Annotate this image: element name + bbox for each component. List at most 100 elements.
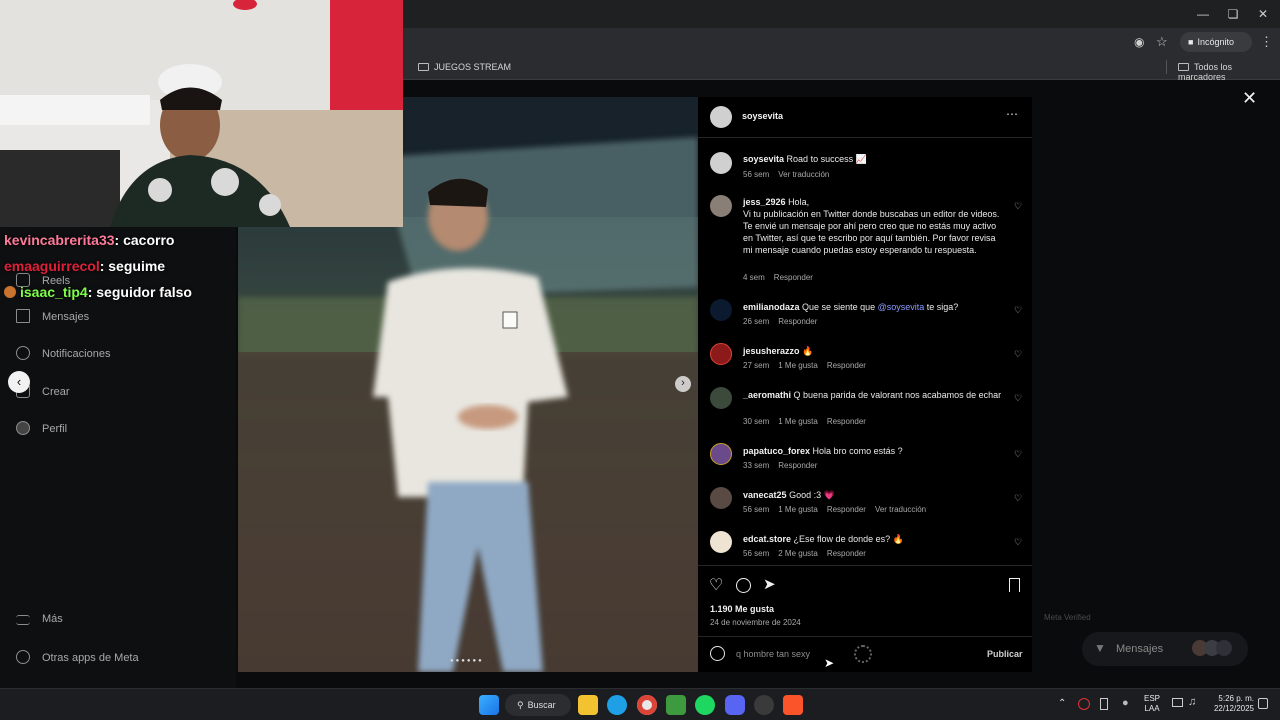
taskbar-search[interactable]: ⚲ Buscar bbox=[505, 694, 571, 716]
minecraft-icon[interactable] bbox=[666, 695, 686, 715]
publish-button[interactable]: Publicar bbox=[987, 649, 1023, 659]
post-author[interactable]: soysevita bbox=[742, 111, 783, 121]
webcam-overlay bbox=[0, 0, 403, 227]
sidebar-item-meta-apps[interactable]: Otras apps de Meta bbox=[16, 650, 139, 664]
windows-start-icon[interactable] bbox=[479, 695, 499, 715]
minimize-icon[interactable]: — bbox=[1188, 4, 1218, 24]
close-window-icon[interactable]: ✕ bbox=[1248, 4, 1278, 24]
like-comment-icon[interactable]: ♡ bbox=[1014, 493, 1022, 504]
comment-age: 27 sem bbox=[743, 361, 770, 370]
like-comment-icon[interactable]: ♡ bbox=[1014, 201, 1022, 212]
comment-age: 33 sem bbox=[743, 461, 770, 470]
folder-icon bbox=[418, 63, 429, 71]
sidebar-item-messages[interactable]: Mensajes bbox=[16, 309, 89, 323]
incognito-chip[interactable]: ■ Incógnito bbox=[1180, 32, 1252, 52]
reply-button[interactable]: Responder bbox=[827, 417, 866, 426]
menu-icon bbox=[16, 615, 30, 625]
like-count[interactable]: 1.190 Me gusta bbox=[710, 604, 774, 614]
emoji-icon[interactable] bbox=[710, 646, 725, 661]
reply-button[interactable]: Responder bbox=[827, 505, 866, 514]
comment-username[interactable]: _aeromathi bbox=[743, 390, 791, 400]
see-translation-link[interactable]: Ver traducción bbox=[875, 505, 926, 514]
sidebar-item-more[interactable]: Más bbox=[16, 613, 63, 625]
avatar[interactable] bbox=[710, 487, 732, 509]
star-icon[interactable]: ☆ bbox=[1156, 34, 1168, 50]
comment-username[interactable]: jesusherazzo bbox=[743, 346, 800, 356]
loading-spinner-icon bbox=[854, 645, 872, 663]
obs-icon[interactable] bbox=[754, 695, 774, 715]
like-comment-icon[interactable]: ♡ bbox=[1014, 349, 1022, 360]
chevron-left-icon: ‹ bbox=[16, 374, 22, 389]
avatar[interactable] bbox=[710, 106, 732, 128]
file-explorer-icon[interactable] bbox=[578, 695, 598, 715]
bookmark-folder-juegos[interactable]: JUEGOS STREAM bbox=[418, 62, 511, 72]
like-comment-icon[interactable]: ♡ bbox=[1014, 305, 1022, 316]
comment-icon[interactable] bbox=[736, 578, 751, 593]
edge-icon[interactable] bbox=[607, 695, 627, 715]
sidebar-item-notifications[interactable]: Notificaciones bbox=[16, 346, 110, 360]
mouse-cursor-icon: ➤ bbox=[824, 656, 835, 670]
tray-app-icon[interactable] bbox=[1078, 698, 1090, 710]
comment-likes[interactable]: 2 Me gusta bbox=[778, 549, 818, 558]
comment-item: _aeromathi Q buena parida de valorant no… bbox=[743, 389, 1005, 401]
spotify-icon[interactable] bbox=[695, 695, 715, 715]
windows-taskbar: ⚲ Buscar ⌃ ● ESP LAA ♫ 5:26 p. m. 22/12/2… bbox=[0, 688, 1280, 720]
comment-likes[interactable]: 1 Me gusta bbox=[778, 505, 818, 514]
avatar[interactable] bbox=[710, 531, 732, 553]
messages-icon: ▼ bbox=[1094, 641, 1106, 655]
restore-icon[interactable]: ❏ bbox=[1218, 4, 1248, 24]
like-comment-icon[interactable]: ♡ bbox=[1014, 393, 1022, 404]
clock[interactable]: 5:26 p. m. 22/12/2025 bbox=[1206, 694, 1254, 714]
sidebar-item-profile[interactable]: Perfil bbox=[16, 421, 67, 435]
eye-off-icon[interactable]: ◉ bbox=[1134, 35, 1144, 49]
chevron-up-icon[interactable]: ⌃ bbox=[1058, 698, 1066, 709]
chrome-icon[interactable] bbox=[637, 695, 657, 715]
clock-time: 5:26 p. m. bbox=[1218, 694, 1254, 703]
reply-button[interactable]: Responder bbox=[774, 273, 813, 282]
discord-icon[interactable] bbox=[725, 695, 745, 715]
reply-button[interactable]: Responder bbox=[827, 549, 866, 558]
see-translation-link[interactable]: Ver traducción bbox=[778, 170, 829, 179]
mention-link[interactable]: @soysevita bbox=[878, 302, 925, 312]
like-comment-icon[interactable]: ♡ bbox=[1014, 537, 1022, 548]
comment-username[interactable]: vanecat25 bbox=[743, 490, 787, 500]
comment-username[interactable]: jess_2926 bbox=[743, 197, 786, 207]
avatar[interactable] bbox=[710, 343, 732, 365]
avatar[interactable] bbox=[710, 299, 732, 321]
brave-icon[interactable] bbox=[783, 695, 803, 715]
language-code: ESP bbox=[1144, 694, 1161, 703]
next-media-button[interactable]: › bbox=[675, 376, 691, 392]
comment-likes[interactable]: 1 Me gusta bbox=[778, 361, 818, 370]
more-options-icon[interactable]: ⋯ bbox=[1006, 107, 1018, 121]
reply-button[interactable]: Responder bbox=[827, 361, 866, 370]
comment-likes[interactable]: 1 Me gusta bbox=[778, 417, 818, 426]
language-indicator[interactable]: ESP LAA bbox=[1144, 694, 1160, 714]
volume-icon[interactable]: ♫ bbox=[1188, 696, 1196, 708]
battery-icon[interactable] bbox=[1100, 698, 1108, 710]
avatar[interactable] bbox=[710, 152, 732, 174]
comment-input[interactable]: q hombre tan sexy bbox=[736, 649, 810, 659]
like-icon[interactable]: ♡ bbox=[709, 575, 723, 595]
network-icon[interactable] bbox=[1172, 698, 1183, 707]
close-icon[interactable]: ✕ bbox=[1242, 88, 1257, 109]
all-bookmarks-button[interactable]: Todos los marcadores bbox=[1178, 62, 1280, 82]
comment-username[interactable]: papatuco_forex bbox=[743, 446, 810, 456]
avatar[interactable] bbox=[710, 443, 732, 465]
notifications-icon[interactable] bbox=[1258, 698, 1268, 709]
previous-post-button[interactable]: ‹ bbox=[8, 371, 30, 393]
share-icon[interactable]: ➤ bbox=[763, 575, 776, 593]
messages-label: Mensajes bbox=[1116, 643, 1164, 655]
messages-pill[interactable]: ▼ Mensajes bbox=[1082, 632, 1248, 666]
comment-username[interactable]: emilianodaza bbox=[743, 302, 800, 312]
reply-button[interactable]: Responder bbox=[778, 317, 817, 326]
comment-username[interactable]: edcat.store bbox=[743, 534, 791, 544]
avatar[interactable] bbox=[710, 387, 732, 409]
caption-username[interactable]: soysevita bbox=[743, 154, 784, 164]
avatar[interactable] bbox=[710, 195, 732, 217]
save-icon[interactable] bbox=[1009, 578, 1020, 592]
microphone-icon[interactable]: ● bbox=[1122, 697, 1129, 709]
like-comment-icon[interactable]: ♡ bbox=[1014, 449, 1022, 460]
reply-button[interactable]: Responder bbox=[778, 461, 817, 470]
kebab-menu-icon[interactable]: ⋮ bbox=[1260, 34, 1273, 50]
comment-meta: 27 sem 1 Me gusta Responder bbox=[743, 361, 875, 370]
